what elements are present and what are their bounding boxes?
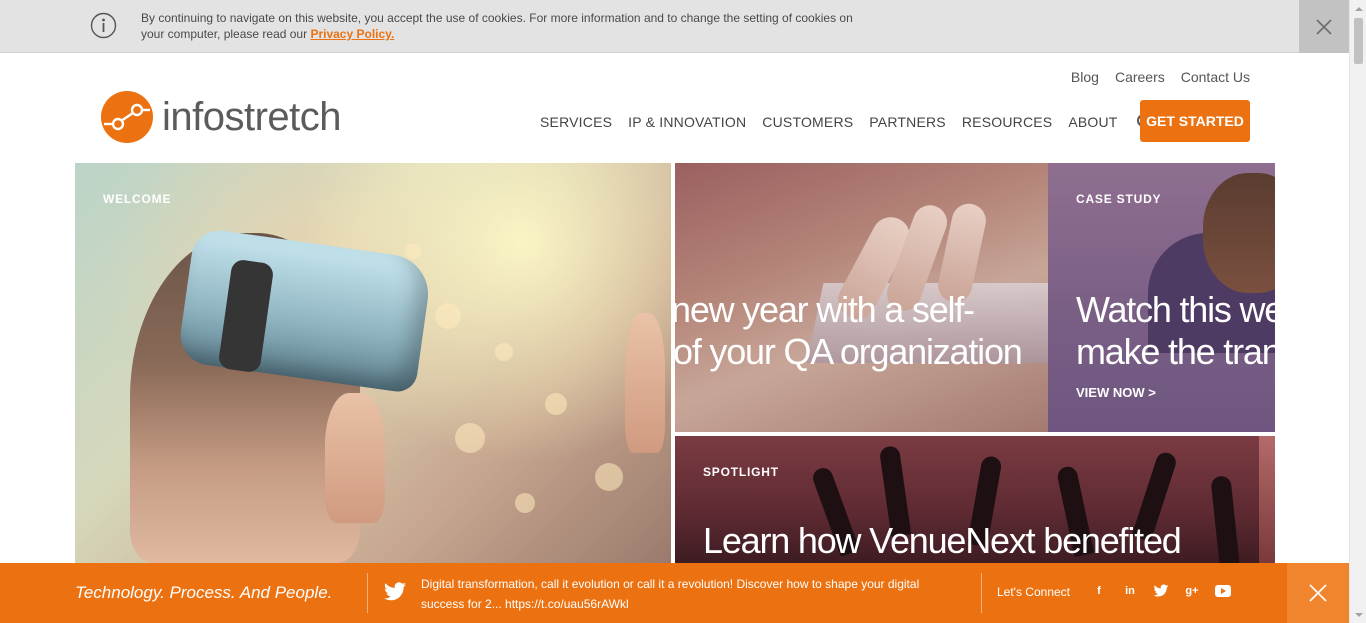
welcome-label: WELCOME (103, 192, 172, 206)
person-head-image (1203, 173, 1275, 293)
get-started-button[interactable]: GET STARTED (1140, 100, 1250, 142)
bokeh-light (455, 423, 485, 453)
qa-headline-line2: of your QA organization (675, 331, 1023, 372)
arrow-up-icon (1354, 6, 1363, 11)
nav-ip-innovation[interactable]: IP & INNOVATION (628, 114, 746, 130)
raised-hand-image (1210, 475, 1240, 563)
utility-nav: Blog Careers Contact Us (1071, 69, 1250, 85)
nav-partners[interactable]: PARTNERS (869, 114, 946, 130)
bokeh-light (435, 303, 461, 329)
divider (367, 573, 368, 613)
brand-name: infostretch (162, 94, 342, 139)
bokeh-light (595, 463, 623, 491)
hand-image (325, 393, 385, 523)
scroll-down-button[interactable] (1350, 606, 1366, 623)
case-study-headline-line2: make the tran (1076, 331, 1275, 372)
case-study-tile[interactable]: CASE STUDY Watch this we make the tran V… (1048, 163, 1275, 432)
qa-headline-line1: new year with a self- (675, 289, 975, 330)
scroll-up-button[interactable] (1350, 0, 1366, 17)
bokeh-light (515, 493, 535, 513)
cookie-text: By continuing to navigate on this websit… (141, 11, 853, 41)
bokeh-light (405, 243, 421, 259)
nav-resources[interactable]: RESOURCES (962, 114, 1052, 130)
google-plus-icon[interactable]: g+ (1184, 583, 1200, 599)
bottom-bar-close-button[interactable] (1287, 563, 1349, 623)
info-icon (90, 12, 117, 39)
twitter-social-icon[interactable] (1153, 583, 1169, 599)
nav-contact-us[interactable]: Contact Us (1181, 69, 1250, 85)
nav-careers[interactable]: Careers (1115, 69, 1165, 85)
qa-tile[interactable]: new year with a self- of your QA organiz… (675, 163, 1048, 432)
divider (981, 573, 982, 613)
bokeh-light (545, 393, 567, 415)
facebook-icon[interactable]: f (1091, 583, 1107, 599)
tweet-text[interactable]: Digital transformation, call it evolutio… (421, 574, 961, 614)
arrow-down-icon (1354, 612, 1363, 617)
scrollbar[interactable] (1349, 0, 1366, 623)
scroll-thumb[interactable] (1354, 18, 1363, 64)
close-icon (1316, 18, 1332, 35)
hand-image (625, 313, 665, 453)
logo-icon (101, 91, 153, 143)
nav-services[interactable]: SERVICES (540, 114, 612, 130)
lets-connect-label: Let's Connect (997, 585, 1071, 599)
nav-blog[interactable]: Blog (1071, 69, 1099, 85)
nav-customers[interactable]: CUSTOMERS (762, 114, 853, 130)
main-nav: SERVICES IP & INNOVATION CUSTOMERS PARTN… (540, 113, 1154, 131)
view-now-link[interactable]: VIEW NOW > (1076, 385, 1156, 400)
bottom-bar: Technology. Process. And People. Digital… (0, 563, 1349, 623)
twitter-icon[interactable] (383, 581, 407, 603)
tagline: Technology. Process. And People. (75, 583, 333, 602)
cookie-message: By continuing to navigate on this websit… (141, 10, 861, 42)
spotlight-headline: Learn how VenueNext benefited (703, 520, 1182, 561)
close-icon (1309, 584, 1327, 602)
nav-about[interactable]: ABOUT (1068, 114, 1117, 130)
case-study-headline-line1: Watch this we (1076, 289, 1275, 330)
youtube-icon[interactable] (1215, 583, 1231, 599)
privacy-policy-link[interactable]: Privacy Policy. (310, 27, 394, 41)
welcome-tile[interactable]: WELCOME (75, 163, 671, 563)
logo[interactable]: infostretch (100, 89, 342, 145)
bokeh-light (495, 343, 513, 361)
spotlight-edge (1259, 436, 1275, 563)
cookie-banner: By continuing to navigate on this websit… (0, 0, 1349, 53)
page: By continuing to navigate on this websit… (0, 0, 1366, 623)
case-study-label: CASE STUDY (1076, 192, 1162, 206)
spotlight-label: SPOTLIGHT (703, 465, 779, 479)
cookie-close-button[interactable] (1299, 0, 1349, 53)
spotlight-tile[interactable]: SPOTLIGHT Learn how VenueNext benefited (675, 436, 1259, 563)
linkedin-icon[interactable]: in (1122, 583, 1138, 599)
